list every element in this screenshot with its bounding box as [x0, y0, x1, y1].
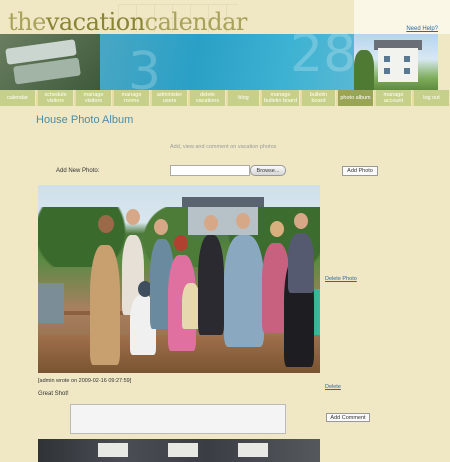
- page-subtitle: Add, view and comment on vacation photos: [170, 144, 277, 150]
- towels-image: [0, 34, 100, 90]
- site-logo[interactable]: thevacationcalendar: [8, 8, 247, 36]
- photo-file-input[interactable]: [170, 165, 250, 176]
- add-new-photo-label: Add New Photo:: [56, 168, 100, 174]
- person-shape: [288, 233, 314, 293]
- tree-shape: [354, 50, 374, 90]
- nav-photo-album[interactable]: photo album: [338, 90, 374, 106]
- need-help-link[interactable]: Need Help?: [406, 26, 438, 32]
- window-shape: [98, 443, 128, 457]
- person-shape: [90, 245, 120, 365]
- nav-schedule-visitors[interactable]: schedule visitors: [38, 90, 74, 106]
- nav-calendar[interactable]: calendar: [0, 90, 36, 106]
- head-shape: [174, 235, 188, 251]
- delete-comment-link[interactable]: Delete: [325, 384, 341, 390]
- add-photo-button[interactable]: Add Photo: [342, 166, 378, 176]
- head-shape: [98, 215, 114, 233]
- window-shape: [404, 56, 410, 62]
- beach-house-image: [354, 34, 438, 90]
- group-photo: [38, 185, 320, 373]
- head-shape: [204, 215, 218, 231]
- header-banner: 3 28: [0, 34, 354, 90]
- main-nav: calendar schedule visitors manage visito…: [0, 90, 450, 106]
- window-shape: [168, 443, 198, 457]
- comment-textarea[interactable]: [70, 404, 286, 434]
- house-shape: [378, 48, 418, 82]
- nav-manage-visitors[interactable]: manage visitors: [76, 90, 112, 106]
- window-shape: [384, 68, 390, 74]
- nav-manage-account[interactable]: manage account: [376, 90, 412, 106]
- page-title: House Photo Album: [36, 114, 134, 126]
- logo-calendar: calendar: [144, 8, 248, 36]
- help-area: Need Help?: [354, 0, 450, 34]
- window-shape: [384, 56, 390, 62]
- head-shape: [154, 219, 168, 235]
- nav-blog[interactable]: blog: [228, 90, 260, 106]
- head-shape: [126, 209, 140, 225]
- browse-button[interactable]: Browse...: [250, 165, 286, 176]
- person-shape: [224, 235, 264, 347]
- towel-shape: [38, 283, 64, 323]
- comment-text: Great Shot!: [38, 391, 69, 397]
- nav-administer-users[interactable]: administer users: [152, 90, 188, 106]
- head-shape: [294, 213, 308, 229]
- head-shape: [236, 213, 250, 229]
- comment-meta: [admin wrote on 2009-02-16 09:27:59]: [38, 378, 132, 384]
- person-shape: [198, 235, 224, 335]
- logo-the: the: [8, 8, 46, 36]
- window-shape: [238, 443, 268, 457]
- nav-delete-vacations[interactable]: delete vacations: [190, 90, 226, 106]
- head-shape: [270, 221, 284, 237]
- second-photo: [38, 439, 320, 462]
- nav-manage-rooms[interactable]: manage rooms: [114, 90, 150, 106]
- banner-number-3: 3: [128, 42, 162, 90]
- site-header: thevacationcalendar Need Help? 3 28: [0, 0, 450, 90]
- banner-number-28: 28: [290, 34, 354, 84]
- nav-manage-bulletin-board[interactable]: manage bulletin board: [262, 90, 300, 106]
- logo-vacation: vacation: [45, 8, 145, 36]
- window-shape: [404, 68, 410, 74]
- add-comment-button[interactable]: Add Comment: [326, 413, 370, 422]
- nav-log-out[interactable]: log out: [414, 90, 450, 106]
- delete-photo-link[interactable]: Delete Photo: [325, 276, 357, 282]
- nav-bulletin-board[interactable]: bulletin board: [302, 90, 336, 106]
